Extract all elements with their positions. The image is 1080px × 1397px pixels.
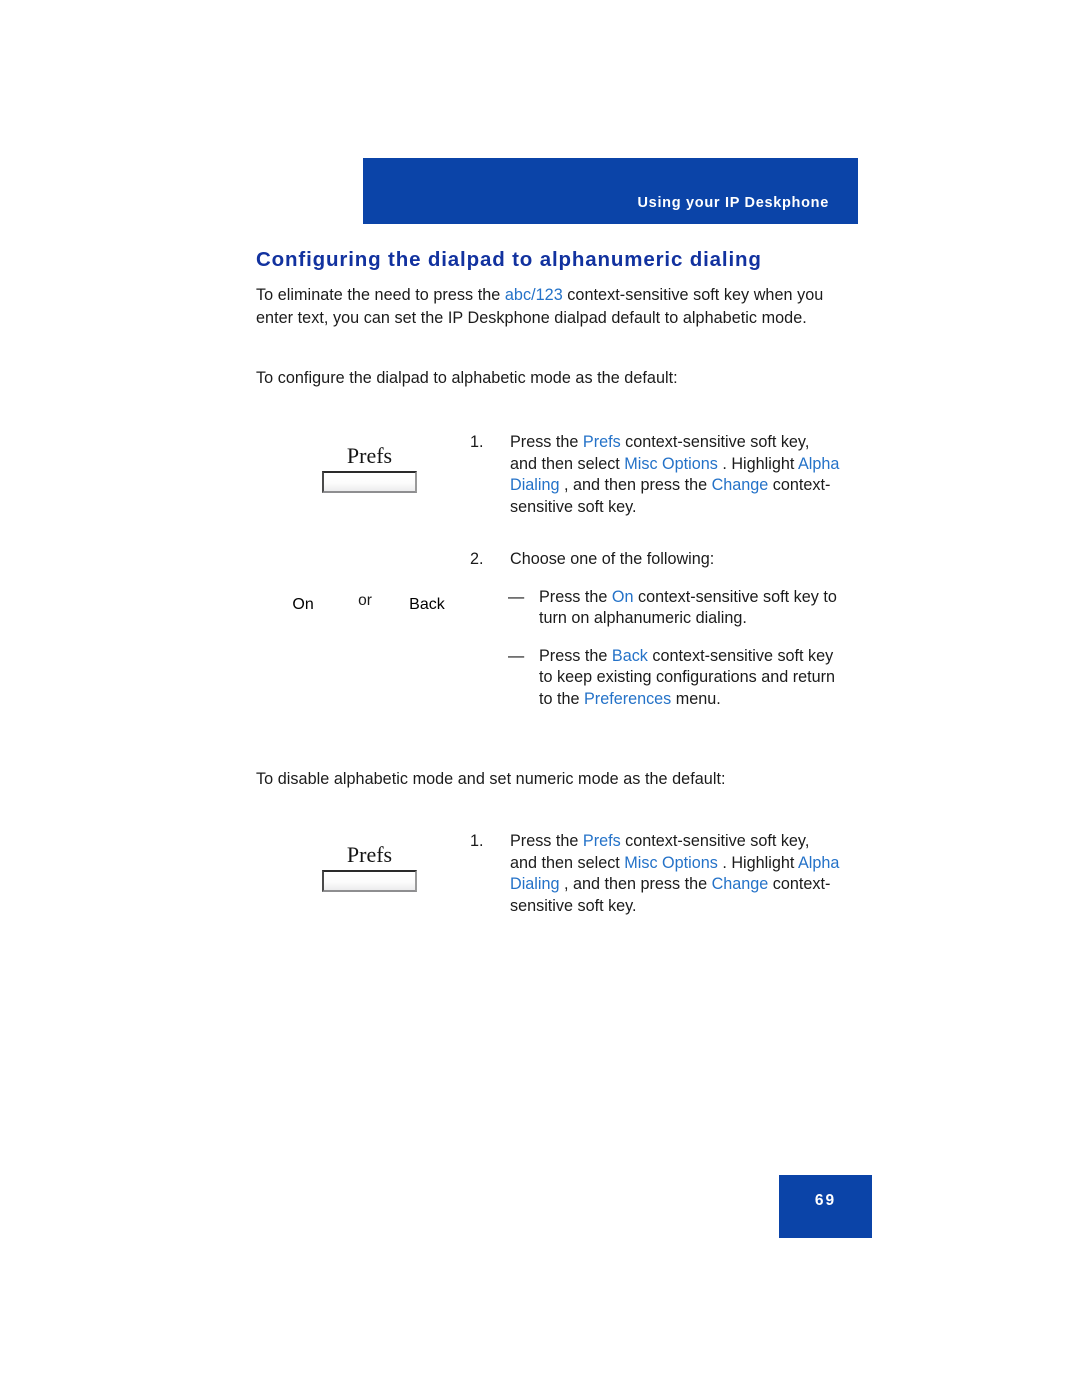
disable-procedure-lead: To disable alphabetic mode and set numer…	[256, 770, 726, 788]
dstep1-link-prefs: Prefs	[582, 832, 621, 850]
page-number-box: 69	[779, 1175, 872, 1238]
softkey-illustration-on-or-back: On or Back	[255, 590, 475, 614]
bullet2-text-1: Press the	[539, 646, 612, 665]
softkey-illustration-back: Back	[379, 596, 475, 614]
step-text: Press the Prefs context-sensitive soft k…	[510, 831, 840, 917]
intro-text-1: To eliminate the need to press the	[256, 286, 505, 304]
step1-link-prefs: Prefs	[582, 433, 621, 451]
dstep1-link-change: Change	[711, 875, 769, 894]
running-header-bar: Using your IP Deskphone	[363, 158, 858, 224]
dstep1-text-4: , and then press the	[559, 875, 712, 894]
step1-text-4: , and then press the	[559, 476, 712, 495]
intro-paragraph: To eliminate the need to press the abc/1…	[256, 284, 836, 331]
softkey-or-separator: or	[358, 592, 372, 609]
dstep1-link-misc-options: Misc Options	[624, 853, 718, 872]
softkey-illustration-prefs-bottom: Prefs	[322, 842, 417, 892]
step-row: 2. Choose one of the following:	[470, 549, 840, 571]
bullet1-text-1: Press the	[539, 587, 612, 606]
step-row: 1. Press the Prefs context-sensitive sof…	[470, 831, 840, 917]
softkey-label-back: Back	[409, 596, 445, 613]
step1-text-1: Press the	[510, 433, 583, 451]
bullet2-link-back: Back	[611, 646, 648, 665]
step-marker: 1.	[470, 832, 484, 850]
enable-procedure-step-2: 2. Choose one of the following: — Press …	[470, 549, 840, 711]
softkey-button-graphic	[322, 870, 417, 892]
dstep1-text-3: . Highlight	[717, 853, 798, 872]
bullet2-text-3: menu.	[671, 689, 721, 708]
dstep1-text-1: Press the	[510, 832, 583, 850]
step1-text-3: . Highlight	[717, 454, 798, 473]
em-dash-bullet-icon: —	[508, 587, 525, 606]
softkey-label-prefs: Prefs	[346, 842, 393, 867]
softkey-label-prefs: Prefs	[346, 443, 393, 468]
enable-procedure-step-1: 1. Press the Prefs context-sensitive sof…	[470, 432, 840, 518]
disable-procedure-step-1: 1. Press the Prefs context-sensitive sof…	[470, 831, 840, 917]
softkey-label-on: On	[292, 596, 314, 613]
em-dash-bullet-icon: —	[508, 646, 525, 665]
page-number: 69	[814, 1192, 837, 1209]
step-text: Choose one of the following:	[510, 550, 715, 568]
sub-step-text: Press the Back context-sensitive soft ke…	[539, 646, 840, 711]
step-marker: 1.	[470, 433, 484, 451]
softkey-button-graphic	[322, 471, 417, 493]
softkey-illustration-on: On	[255, 596, 351, 614]
sub-step-text: Press the On context-sensitive soft key …	[539, 587, 840, 630]
sub-step-row: — Press the On context-sensitive soft ke…	[508, 587, 840, 630]
bullet2-link-preferences: Preferences	[584, 689, 672, 708]
step-text: Press the Prefs context-sensitive soft k…	[510, 432, 840, 518]
bullet1-link-on: On	[611, 587, 634, 606]
intro-link-abc123: abc/123	[504, 286, 563, 304]
step-2-sub-list: — Press the On context-sensitive soft ke…	[508, 587, 840, 711]
running-header-title: Using your IP Deskphone	[637, 195, 829, 211]
sub-step-row: — Press the Back context-sensitive soft …	[508, 646, 840, 711]
step-row: 1. Press the Prefs context-sensitive sof…	[470, 432, 840, 518]
step-marker: 2.	[470, 550, 484, 568]
page-title: Configuring the dialpad to alphanumeric …	[256, 248, 762, 271]
softkey-illustration-prefs-top: Prefs	[322, 443, 417, 493]
document-page: Using your IP Deskphone Configuring the …	[0, 0, 1080, 1397]
step1-link-change: Change	[711, 476, 769, 495]
enable-procedure-lead: To configure the dialpad to alphabetic m…	[256, 369, 678, 387]
step1-link-misc-options: Misc Options	[624, 454, 718, 473]
